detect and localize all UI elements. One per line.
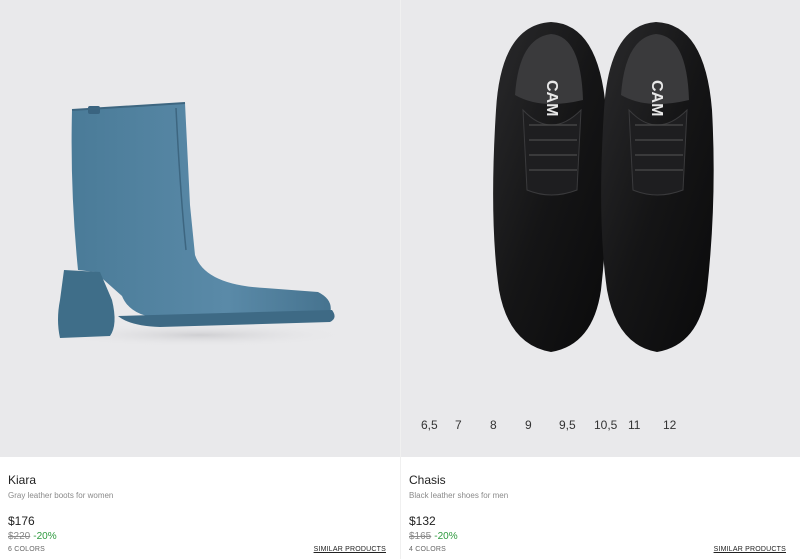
product-description: Black leather shoes for men	[409, 491, 509, 500]
product-info-kiara: Kiara Gray leather boots for women $176 …	[0, 457, 400, 559]
color-count: 6 COLORS	[8, 546, 45, 553]
discount-badge: -20%	[33, 531, 57, 542]
product-image-chasis[interactable]: CAM CAM 6,5 7 8 9 9,5 10,5 11 12	[401, 0, 800, 457]
size-option[interactable]: 9	[525, 418, 532, 432]
size-option[interactable]: 11	[628, 418, 640, 432]
product-price: $176	[8, 514, 35, 528]
size-option[interactable]: 7	[455, 418, 462, 432]
product-image-kiara[interactable]	[0, 0, 400, 457]
product-info-chasis: Chasis Black leather shoes for men $132 …	[401, 457, 800, 559]
product-name[interactable]: Chasis	[409, 473, 446, 487]
similar-products-link[interactable]: SIMILAR PRODUCTS	[714, 546, 786, 553]
old-price: $220	[8, 531, 31, 542]
color-count: 4 COLORS	[409, 546, 446, 553]
size-option[interactable]: 6,5	[421, 418, 438, 432]
product-price: $132	[409, 514, 436, 528]
product-name[interactable]: Kiara	[8, 473, 36, 487]
blue-ankle-boot-icon	[50, 102, 350, 347]
shoe-brand-text-left: CAM	[543, 80, 560, 116]
size-selector: 6,5 7 8 9 9,5 10,5 11 12	[401, 418, 800, 438]
discount-badge: -20%	[434, 531, 458, 542]
shoe-brand-text-right: CAM	[648, 80, 665, 116]
black-derby-shoes-icon: CAM CAM	[493, 22, 714, 352]
product-grid: Kiara Gray leather boots for women $176 …	[0, 0, 800, 559]
size-option[interactable]: 9,5	[559, 418, 576, 432]
old-price: $165	[409, 531, 432, 542]
product-description: Gray leather boots for women	[8, 491, 114, 500]
price-discount-row: $220 -20%	[8, 531, 57, 542]
size-option[interactable]: 12	[663, 418, 676, 432]
product-card-kiara[interactable]: Kiara Gray leather boots for women $176 …	[0, 0, 400, 559]
product-card-chasis[interactable]: CAM CAM 6,5 7 8 9 9,5 10,5 11 12 Chasis …	[400, 0, 800, 559]
similar-products-link[interactable]: SIMILAR PRODUCTS	[314, 546, 386, 553]
size-option[interactable]: 8	[490, 418, 497, 432]
size-option[interactable]: 10,5	[594, 418, 617, 432]
price-discount-row: $165 -20%	[409, 531, 458, 542]
